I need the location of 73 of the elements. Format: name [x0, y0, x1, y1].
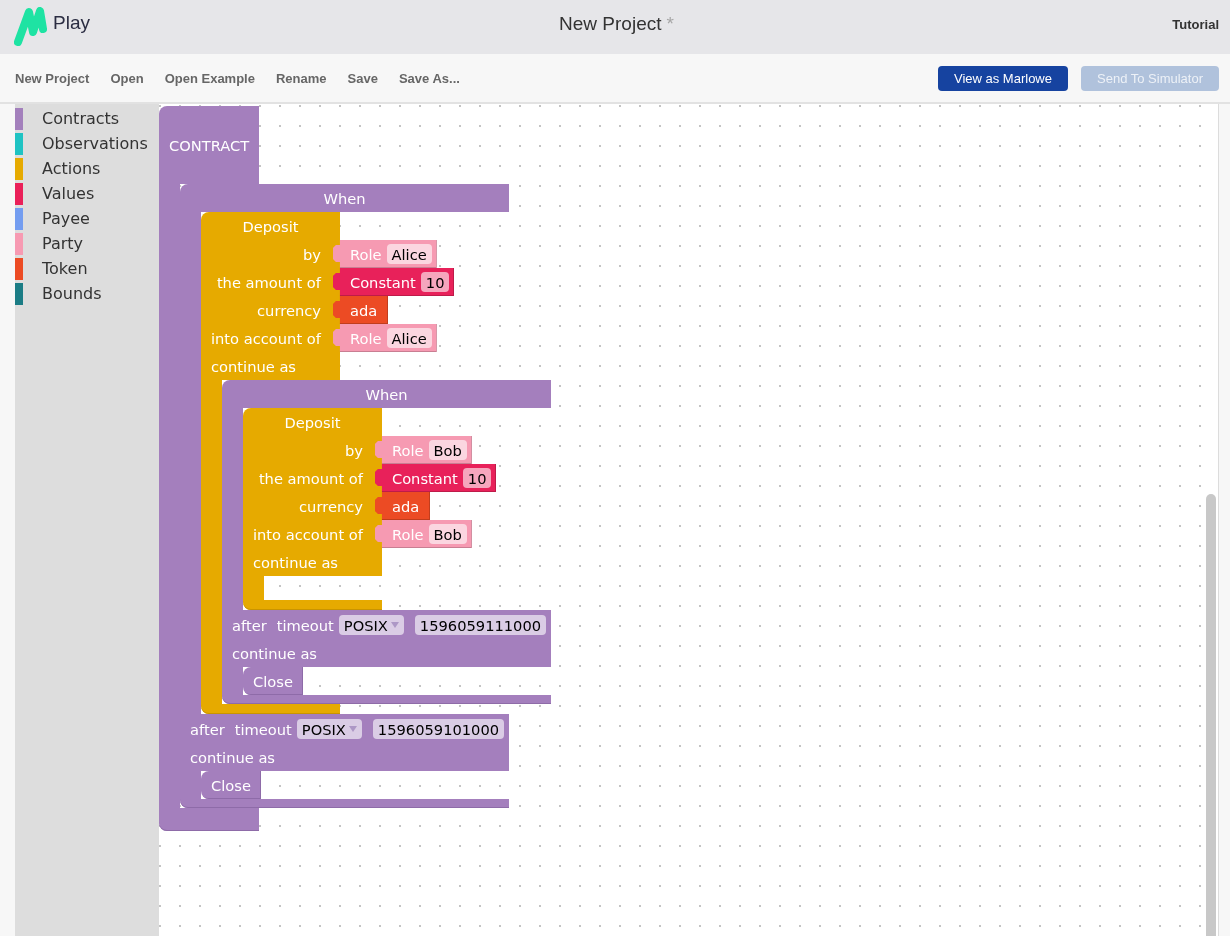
- toolbox-category[interactable]: Observations: [15, 131, 148, 156]
- toolbox-category[interactable]: Token: [15, 256, 88, 281]
- timeout-type-dropdown[interactable]: POSIX: [338, 615, 404, 635]
- input-label: into account of: [211, 329, 321, 347]
- toolbar-link[interactable]: Save: [347, 70, 378, 86]
- role-block[interactable]: Role Alice: [332, 324, 437, 352]
- deposit-block[interactable]: [201, 212, 552, 714]
- input-label: by: [344, 441, 363, 459]
- token-block[interactable]: ada: [374, 492, 431, 520]
- timeout-field[interactable]: 1596059111000: [414, 615, 547, 635]
- contract-label: CONTRACT: [169, 136, 250, 154]
- toolbox-category[interactable]: Bounds: [15, 281, 102, 306]
- deposit-label: Deposit: [242, 217, 299, 235]
- logo-icon: [14, 6, 48, 46]
- toolbox-category[interactable]: Contracts: [15, 106, 120, 131]
- deposit-block[interactable]: Deposit by Role Bob the amount of Constant 10 currency ada into account of Role Bob continue as: [243, 408, 497, 610]
- when-label: When: [323, 189, 366, 207]
- continue-label: continue as: [190, 748, 275, 766]
- after-label: after: [190, 720, 225, 738]
- block-label: Constant: [349, 273, 416, 291]
- caret-icon: [390, 622, 399, 628]
- role-name-field[interactable]: Bob: [428, 440, 467, 460]
- toolbar-link[interactable]: Save As...: [398, 70, 460, 86]
- caret-icon: [348, 726, 357, 732]
- toolbar-link[interactable]: Open Example: [164, 70, 255, 86]
- toolbar-link[interactable]: Rename: [275, 70, 327, 86]
- tutorial-link[interactable]: Tutorial: [1172, 16, 1219, 32]
- role-name-field[interactable]: Alice: [386, 328, 432, 348]
- continue-label: continue as: [232, 644, 317, 662]
- timeout-label: timeout: [276, 616, 334, 634]
- timeout-type-dropdown[interactable]: POSIX: [296, 719, 362, 739]
- role-name-field[interactable]: Bob: [428, 524, 467, 544]
- constant-block[interactable]: Constant 10: [374, 464, 497, 492]
- timeout-label: timeout: [234, 720, 292, 738]
- constant-value-field[interactable]: 10: [420, 272, 450, 292]
- when-label: When: [365, 385, 408, 403]
- role-block[interactable]: Role Alice: [332, 240, 437, 268]
- deposit-label: Deposit: [284, 413, 341, 431]
- continue-label: continue as: [253, 553, 338, 571]
- contract-block[interactable]: [159, 106, 552, 831]
- when-block[interactable]: When Deposit by Role Bob the amount of Constant 10 currency ada into account of Role Bob continue as after timeout POSIX 1596059111000 continue as Close: [222, 380, 552, 704]
- constant-block[interactable]: Constant 10: [332, 268, 455, 296]
- block-label: Role: [391, 441, 424, 459]
- timeout-field[interactable]: 1596059101000: [372, 719, 505, 739]
- token-block[interactable]: ada: [332, 296, 389, 324]
- role-block[interactable]: Role Bob: [374, 520, 472, 548]
- toolbox-category[interactable]: Actions: [15, 156, 101, 181]
- project-title: New Project: [559, 13, 662, 35]
- after-label: after: [232, 616, 267, 634]
- block-label: Constant: [391, 469, 458, 487]
- toolbar-link[interactable]: Open: [110, 70, 144, 86]
- toolbox-category[interactable]: Values: [15, 181, 95, 206]
- input-label: currency: [299, 497, 363, 515]
- toolbox-category[interactable]: Party: [15, 231, 84, 256]
- block-label: Role: [391, 525, 424, 543]
- role-block[interactable]: Role Bob: [374, 436, 472, 464]
- scrollbar-thumb[interactable]: [1206, 494, 1216, 936]
- input-label: the amount of: [216, 273, 321, 291]
- block-label: Role: [349, 329, 382, 347]
- unsaved-mark: *: [666, 13, 674, 35]
- input-label: the amount of: [258, 469, 363, 487]
- when-block[interactable]: [180, 184, 552, 808]
- input-label: into account of: [253, 525, 363, 543]
- toolbar-link[interactable]: New Project: [15, 70, 90, 86]
- role-name-field[interactable]: Alice: [386, 244, 432, 264]
- continue-label: continue as: [211, 357, 296, 375]
- view-button[interactable]: View as Marlowe: [937, 65, 1068, 91]
- input-label: currency: [257, 301, 321, 319]
- input-label: by: [302, 245, 321, 263]
- toolbox-category[interactable]: Payee: [15, 206, 90, 231]
- block-label: Role: [349, 245, 382, 263]
- logo-text: Play: [53, 12, 90, 34]
- constant-value-field[interactable]: 10: [462, 468, 492, 488]
